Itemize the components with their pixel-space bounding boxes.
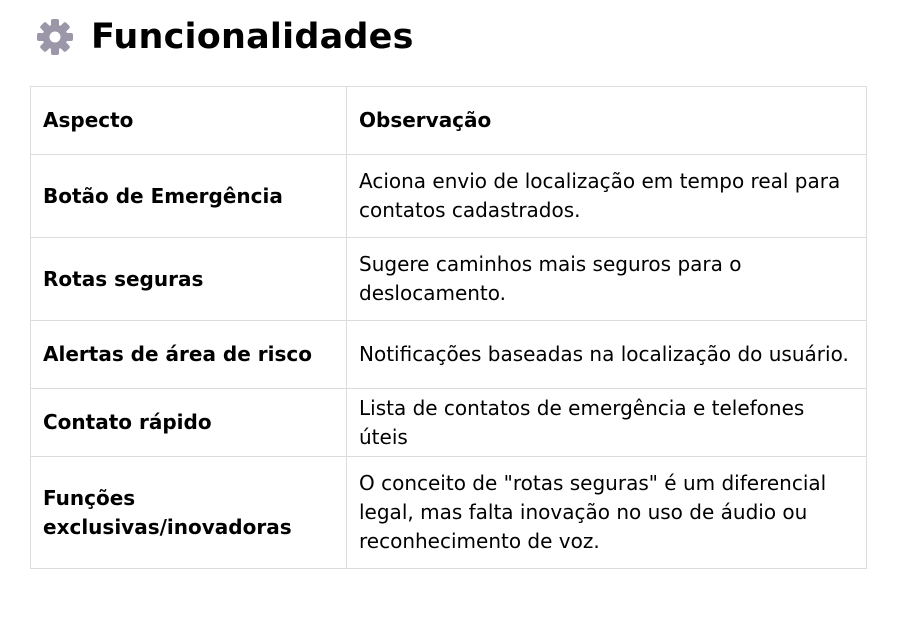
column-header-observation: Observação <box>346 86 867 155</box>
observation-cell: Sugere caminhos mais seguros para o desl… <box>346 237 867 321</box>
observation-cell: Lista de contatos de emergência e telefo… <box>346 388 867 457</box>
table-row: Alertas de área de risco Notificações ba… <box>30 320 867 389</box>
column-header-aspect: Aspecto <box>30 86 347 155</box>
aspect-cell: Rotas seguras <box>30 237 347 321</box>
observation-cell: Aciona envio de localização em tempo rea… <box>346 154 867 238</box>
aspect-cell: Funções exclusivas/inovadoras <box>30 456 347 569</box>
aspect-cell: Botão de Emergência <box>30 154 347 238</box>
gear-icon <box>36 18 74 56</box>
features-table: Aspecto Observação Botão de Emergência A… <box>30 86 867 569</box>
observation-cell: Notificações baseadas na localização do … <box>346 320 867 389</box>
aspect-cell: Alertas de área de risco <box>30 320 347 389</box>
section-heading: Funcionalidades <box>36 10 414 64</box>
table-header-row: Aspecto Observação <box>30 86 867 155</box>
page-title: Funcionalidades <box>91 17 414 57</box>
observation-cell: O conceito de "rotas seguras" é um difer… <box>346 456 867 569</box>
table-row: Contato rápido Lista de contatos de emer… <box>30 388 867 457</box>
table-row: Rotas seguras Sugere caminhos mais segur… <box>30 237 867 321</box>
aspect-cell: Contato rápido <box>30 388 347 457</box>
table-row: Botão de Emergência Aciona envio de loca… <box>30 154 867 238</box>
table-row: Funções exclusivas/inovadoras O conceito… <box>30 456 867 569</box>
